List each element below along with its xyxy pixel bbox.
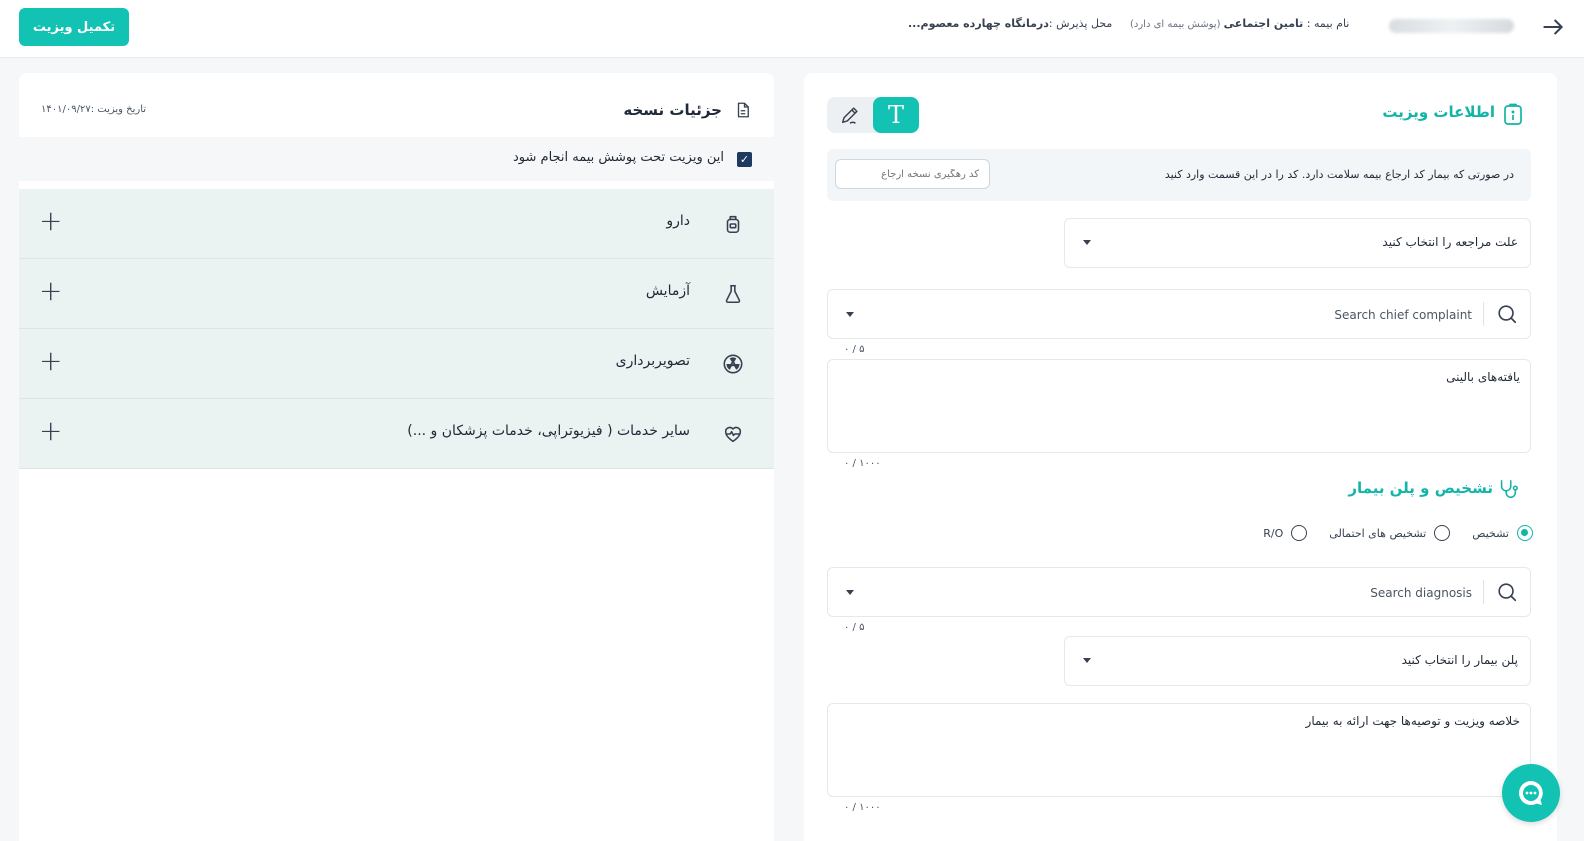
diagnosis-search-input[interactable] <box>1052 582 1472 604</box>
add-medicine-icon[interactable]: + <box>39 207 62 235</box>
insurance-note: (پوشش بیمه ای دارد) <box>1130 19 1224 30</box>
diagnosis-search[interactable] <box>827 567 1531 617</box>
chevron-down-icon <box>1083 658 1091 663</box>
patient-plan-select[interactable]: پلن بیمار را انتخاب کنید <box>1064 636 1531 686</box>
finish-visit-button[interactable]: تکمیل ویزیت <box>19 8 129 46</box>
add-lab-icon[interactable]: + <box>39 277 62 305</box>
stethoscope-icon <box>1497 478 1519 500</box>
input-mode-toggle: T <box>827 97 919 133</box>
visit-date: تاریخ ویزیت :۱۴۰۱/۰۹/۲۷ <box>41 104 147 115</box>
clipboard-info-icon <box>1503 103 1523 125</box>
search-icon <box>1496 581 1518 603</box>
radio-rule-out-label: R/O <box>1263 526 1284 540</box>
prescription-panel: جزئیات نسخه تاریخ ویزیت :۱۴۰۱/۰۹/۲۷ ✓ ای… <box>19 73 774 841</box>
service-row-medicine[interactable]: دارو + <box>19 189 774 259</box>
search-icon <box>1496 303 1518 325</box>
chief-complaint-input[interactable] <box>1052 304 1472 326</box>
service-row-imaging[interactable]: تصویربرداری + <box>19 329 774 399</box>
service-label-imaging: تصویربرداری <box>615 353 690 369</box>
chief-complaint-search[interactable] <box>827 289 1531 339</box>
clinical-findings-box <box>827 359 1531 453</box>
insurance-info: نام بیمه : تامین اجتماعی (پوشش بیمه ای د… <box>1130 17 1349 30</box>
radio-probable-diagnosis-dot[interactable] <box>1434 525 1451 541</box>
radio-rule-out[interactable]: R/O <box>1263 525 1308 541</box>
handwriting-mode-icon[interactable] <box>827 97 873 133</box>
chevron-down-icon[interactable] <box>846 312 854 317</box>
radio-diagnosis-label: تشخیص <box>1472 526 1509 540</box>
referral-code-box: در صورتی که بیمار کد ارجاع بیمه سلامت دا… <box>827 149 1531 201</box>
add-imaging-icon[interactable]: + <box>39 347 62 375</box>
radio-probable-diagnosis[interactable]: تشخیص های احتمالی <box>1329 525 1451 541</box>
reception-location: محل پذیرش :درمانگاه چهارده معصوم... <box>908 17 1112 30</box>
chat-bubble-icon <box>1518 781 1543 805</box>
service-row-other[interactable]: سایر خدمات ( فیزیوتراپی، خدمات پزشکان و … <box>19 399 774 469</box>
service-label-medicine: دارو <box>666 213 690 229</box>
visit-summary-box <box>827 703 1531 797</box>
service-row-lab[interactable]: آزمایش + <box>19 259 774 329</box>
reception-label: محل پذیرش : <box>1048 17 1113 30</box>
medicine-bottle-icon <box>722 213 744 235</box>
chevron-down-icon[interactable] <box>846 590 854 595</box>
prescription-title: جزئیات نسخه <box>623 101 722 119</box>
referral-instructions: در صورتی که بیمار کد ارجاع بیمه سلامت دا… <box>1164 168 1514 181</box>
heart-pulse-icon <box>722 423 744 445</box>
reception-value: درمانگاه چهارده معصوم... <box>908 17 1049 30</box>
text-mode-icon[interactable]: T <box>873 97 919 133</box>
patient-plan-placeholder: پلن بیمار را انتخاب کنید <box>1401 653 1518 667</box>
chief-complaint-counter: ۰ / ۵ <box>844 344 865 355</box>
diagnosis-title: تشخیص و پلن بیمار <box>1348 479 1493 497</box>
service-label-other: سایر خدمات ( فیزیوتراپی، خدمات پزشکان و … <box>407 423 690 439</box>
diagnosis-type-radio-group: تشخیص تشخیص های احتمالی R/O <box>1263 525 1533 541</box>
flask-icon <box>722 283 744 305</box>
insurance-coverage-label: این ویزیت تحت پوشش بیمه انجام شود <box>512 150 724 165</box>
back-arrow-icon[interactable] <box>1540 14 1566 40</box>
document-icon <box>734 101 752 119</box>
insurance-label: نام بیمه : <box>1303 17 1350 30</box>
search-divider <box>1483 580 1484 604</box>
visit-info-title: اطلاعات ویزیت <box>1382 103 1495 121</box>
patient-name-redacted <box>1389 19 1514 33</box>
insurance-coverage-checkbox[interactable]: ✓ <box>737 152 752 167</box>
chat-support-button[interactable] <box>1502 764 1560 822</box>
clinical-findings-textarea[interactable] <box>838 370 1520 442</box>
top-bar: تکمیل ویزیت محل پذیرش :درمانگاه چهارده م… <box>0 0 1584 58</box>
add-other-services-icon[interactable]: + <box>39 417 62 445</box>
referral-code-input[interactable] <box>835 159 990 189</box>
diagnosis-counter: ۰ / ۵ <box>844 622 865 633</box>
radio-diagnosis-dot[interactable] <box>1517 525 1533 541</box>
radio-diagnosis[interactable]: تشخیص <box>1472 525 1533 541</box>
radio-rule-out-dot[interactable] <box>1291 525 1308 541</box>
visit-info-panel: اطلاعات ویزیت T در صورتی که بیمار کد ارج… <box>804 73 1557 841</box>
visit-summary-counter: ۰ / ۱۰۰۰ <box>844 802 881 813</box>
radiation-icon <box>722 353 744 375</box>
visit-reason-placeholder: علت مراجعه را انتخاب کنید <box>1382 235 1518 249</box>
radio-probable-diagnosis-label: تشخیص های احتمالی <box>1329 526 1427 540</box>
service-label-lab: آزمایش <box>645 283 690 299</box>
insurance-coverage-row: ✓ این ویزیت تحت پوشش بیمه انجام شود <box>19 137 774 181</box>
search-divider <box>1483 302 1484 326</box>
visit-reason-select[interactable]: علت مراجعه را انتخاب کنید <box>1064 218 1531 268</box>
insurance-name: تامین اجتماعی <box>1223 17 1304 30</box>
visit-summary-textarea[interactable] <box>838 714 1520 786</box>
clinical-findings-counter: ۰ / ۱۰۰۰ <box>844 458 881 469</box>
chevron-down-icon <box>1083 240 1091 245</box>
